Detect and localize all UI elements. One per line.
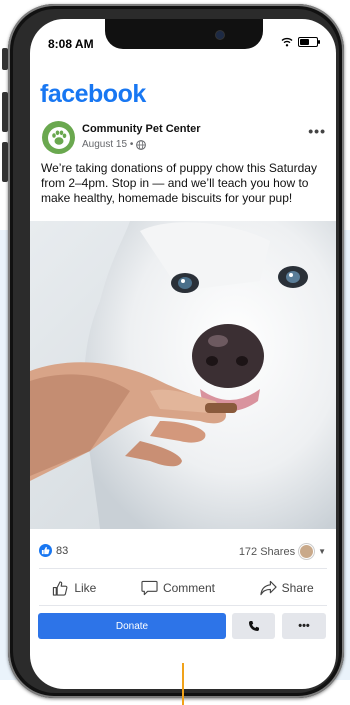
status-icons: [281, 37, 320, 47]
post-meta: August 15 •: [82, 139, 147, 150]
post-date[interactable]: August 15 •: [82, 139, 133, 150]
cta-buttons: Donate •••: [38, 613, 328, 639]
donate-label: Donate: [115, 620, 149, 632]
comment-button[interactable]: Comment: [141, 580, 215, 596]
call-button[interactable]: [232, 613, 275, 639]
like-button[interactable]: Like: [52, 580, 96, 597]
reactions-summary[interactable]: 83: [39, 544, 68, 557]
like-reaction-icon: [39, 544, 52, 557]
comment-label: Comment: [162, 581, 215, 595]
post-text: We’re taking donations of puppy chow thi…: [41, 161, 317, 205]
facebook-logo[interactable]: facebook: [40, 80, 146, 109]
phone-screen: 8:08 AM facebook Community Pet Center Au…: [30, 19, 336, 689]
dog-photo-illustration: [30, 221, 336, 529]
shares-summary[interactable]: 172 Shares ▼: [239, 544, 326, 559]
phone-mute-switch: [2, 48, 8, 70]
phone-volume-up: [2, 92, 8, 132]
page-name[interactable]: Community Pet Center: [82, 123, 201, 135]
phone-volume-down: [2, 142, 8, 182]
paw-icon: [47, 126, 70, 149]
like-label: Like: [74, 581, 97, 595]
post-actions: Like Comment Share: [30, 574, 336, 602]
post-photo[interactable]: [30, 221, 336, 529]
status-time: 8:08 AM: [48, 37, 94, 51]
comment-icon: [141, 580, 158, 596]
camera-icon: [215, 30, 225, 40]
pointer-line: [182, 663, 184, 705]
thumbs-up-icon: [53, 580, 68, 596]
shares-count: 172 Shares: [238, 545, 296, 558]
post-options-icon[interactable]: •••: [308, 123, 326, 139]
more-options-button[interactable]: •••: [282, 613, 326, 639]
donate-button[interactable]: Donate: [38, 613, 226, 639]
phone-notch: [105, 19, 263, 49]
divider-top: [39, 568, 327, 569]
phone-icon: [248, 621, 259, 631]
caret-down-icon: ▼: [318, 547, 326, 556]
globe-icon: [136, 139, 147, 150]
share-label: Share: [281, 581, 314, 595]
profile-avatar: [299, 544, 315, 559]
share-button[interactable]: Share: [260, 580, 314, 596]
reactions-count: 83: [56, 544, 69, 557]
more-options-label: •••: [298, 620, 310, 632]
wifi-icon: [281, 37, 293, 47]
battery-icon: [298, 37, 320, 47]
page-avatar[interactable]: [42, 121, 75, 154]
divider-bottom: [39, 605, 327, 606]
share-icon: [260, 580, 277, 596]
